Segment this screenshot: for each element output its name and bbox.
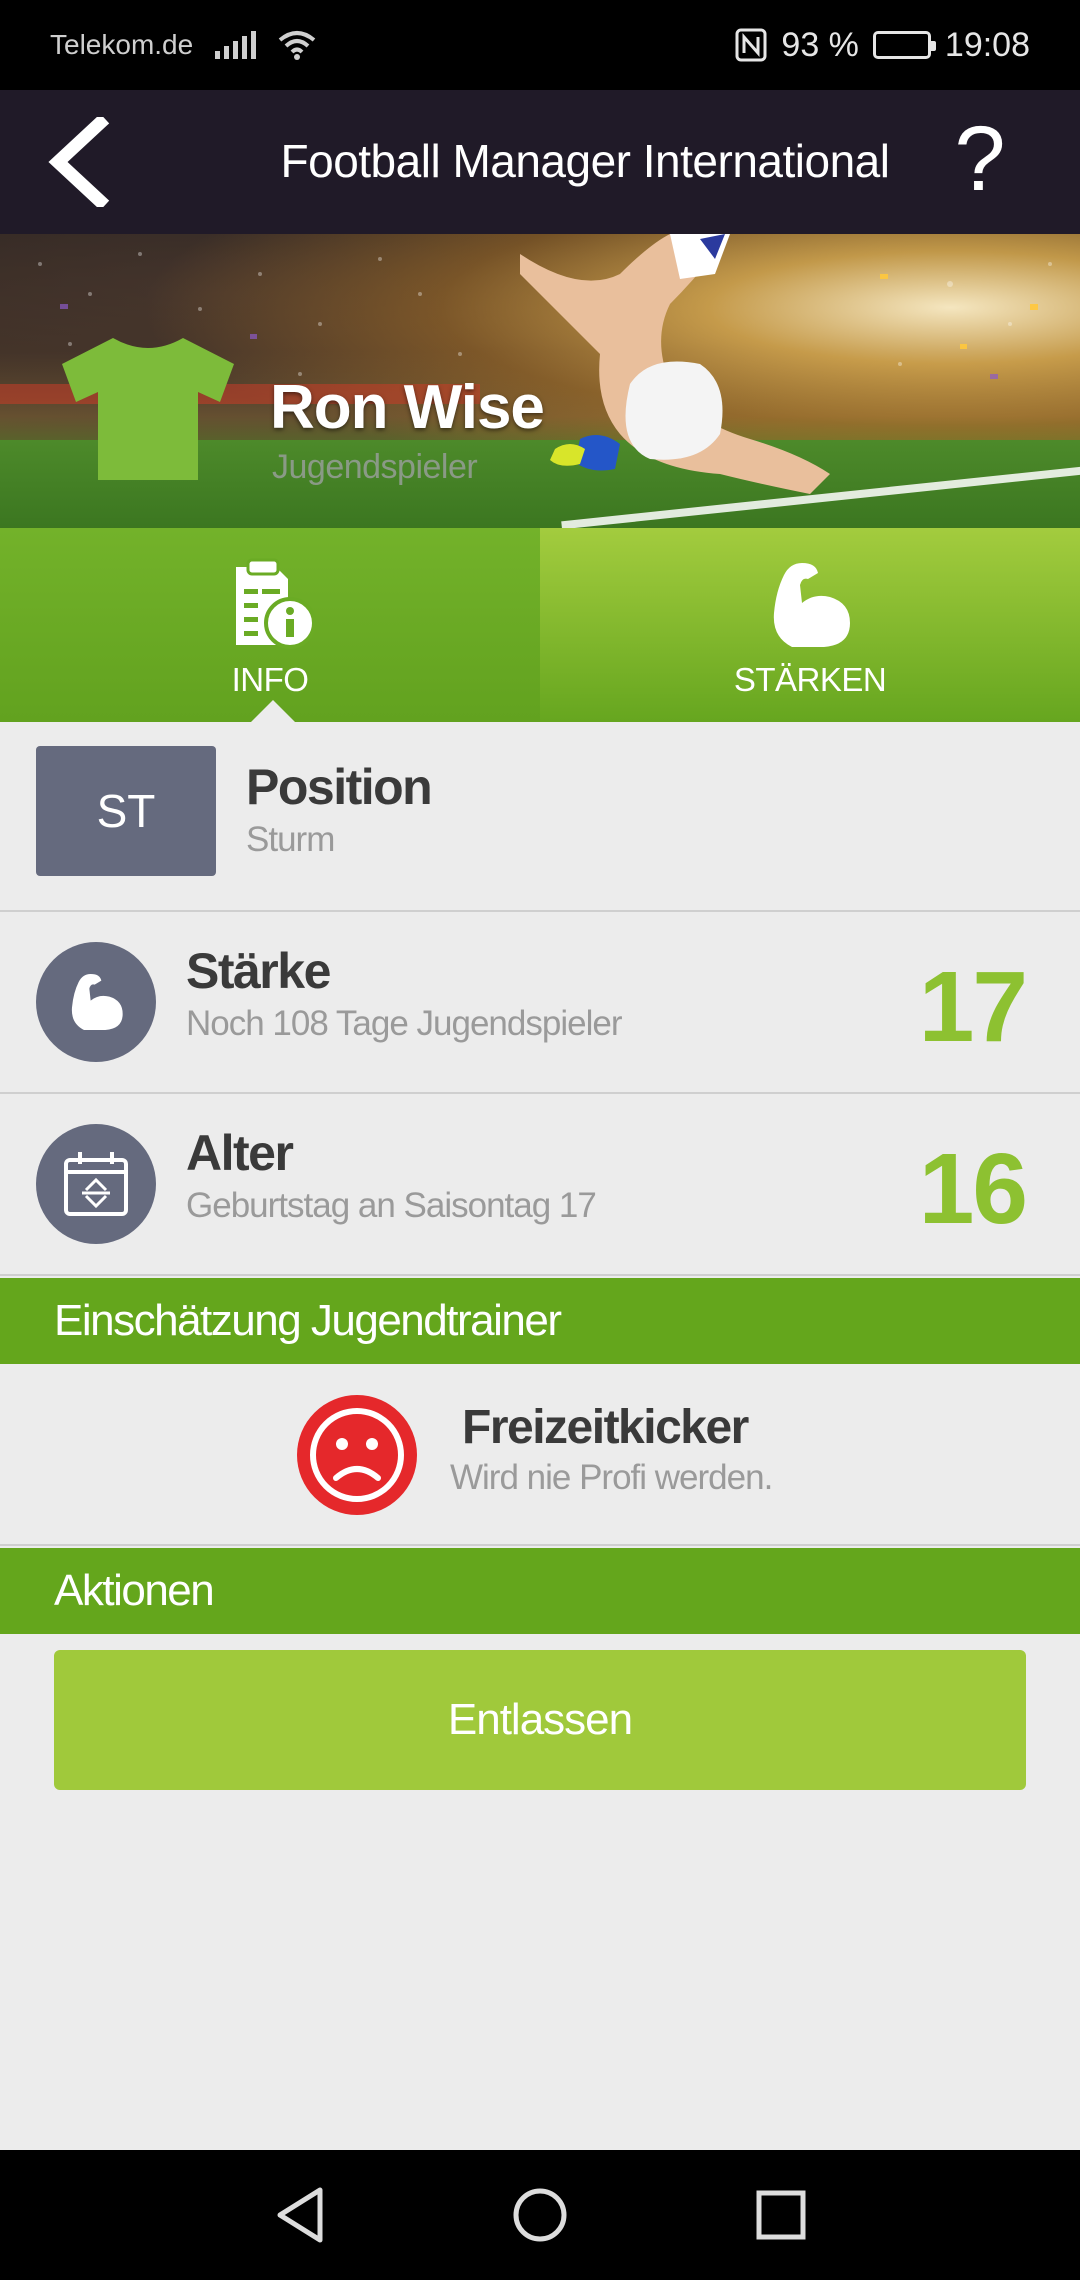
age-value: 16 [918,1133,1028,1245]
strength-value: 17 [918,951,1028,1063]
player-name: Ron Wise [270,373,545,442]
sad-face-icon [297,1395,417,1515]
nav-home-icon[interactable] [505,2180,575,2250]
active-tab-pointer [251,700,295,722]
nav-recent-icon[interactable] [746,2180,816,2250]
nfc-icon [735,28,767,62]
bicep-icon [71,974,123,1030]
calendar-icon [64,1152,128,1216]
youth-coach-assessment-header: Einschätzung Jugendtrainer [0,1278,1080,1364]
age-title: Alter [186,1125,294,1181]
strength-subtitle: Noch 108 Tage Jugendspieler [186,1004,622,1043]
age-subtitle: Geburtstag an Saisontag 17 [186,1186,597,1225]
celebrating-player-image [520,234,830,494]
info-sheet-icon [236,558,316,649]
carrier-label: Telekom.de [50,29,194,60]
assessment-subtitle: Wird nie Profi werden. [450,1458,773,1497]
age-icon-badge [36,1124,156,1244]
player-header: Ron Wise Jugendspieler [0,234,1080,528]
system-nav-bar [0,2150,1080,2280]
help-button[interactable]: ? [940,104,1020,214]
dismiss-player-button[interactable]: Entlassen [54,1650,1026,1790]
position-value: Sturm [246,820,335,859]
battery-icon [872,31,936,59]
status-bar: Telekom.de 93 % 19:08 [0,0,1080,90]
status-left: Telekom.de [50,29,316,61]
tab-info[interactable]: INFO [0,528,540,722]
tab-info-label: INFO [231,661,309,698]
tab-staerken-label: STÄRKEN [733,661,887,698]
app-bar: Football Manager International ? [0,90,1080,234]
player-role: Jugendspieler [272,448,478,486]
age-row: Alter Geburtstag an Saisontag 17 16 [0,1094,1080,1276]
strength-row: Stärke Noch 108 Tage Jugendspieler 17 [0,912,1080,1094]
actions-header: Aktionen [0,1548,1080,1634]
tab-staerken[interactable]: STÄRKEN [540,528,1080,722]
app-title: Football Manager International [280,135,890,187]
wifi-icon [278,31,316,60]
battery-percent: 93 % [781,25,859,64]
assessment-row: Freizeitkicker Wird nie Profi werden. [0,1364,1080,1546]
position-badge: ST [36,746,216,876]
screen: Telekom.de 93 % 19:08 Football Manager I… [0,0,1080,2280]
nav-back-icon[interactable] [266,2180,336,2250]
tab-bar: INFO STÄRKEN [0,528,1080,722]
position-row: ST Position Sturm [0,722,1080,912]
strength-icon-badge [36,942,156,1062]
bicep-icon [773,563,850,647]
signal-icon [215,31,257,59]
status-right: 93 % 19:08 [735,26,1030,65]
strength-title: Stärke [186,943,331,999]
position-title: Position [246,759,433,815]
shirt-icon [62,338,234,480]
assessment-title: Freizeitkicker [462,1401,749,1454]
clock: 19:08 [944,25,1030,64]
